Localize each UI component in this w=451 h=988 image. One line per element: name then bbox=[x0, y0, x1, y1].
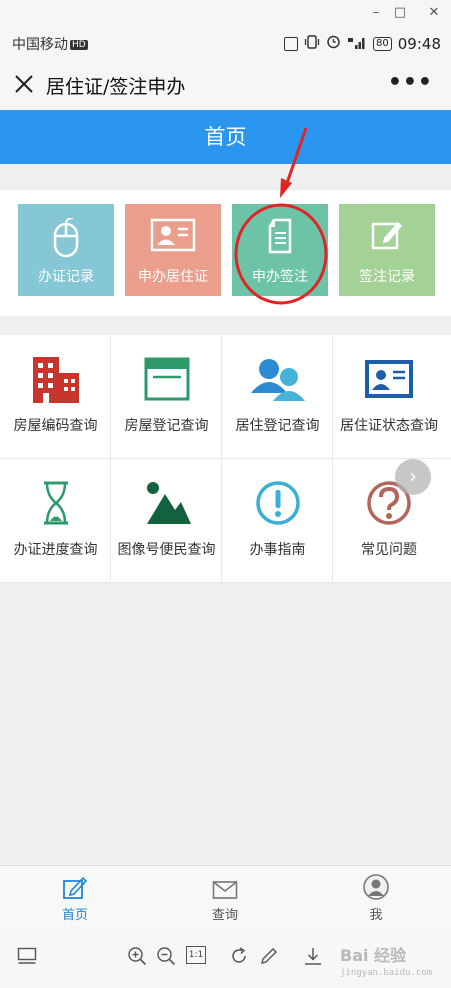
service-image-number-query[interactable]: 图像号便民查询 bbox=[111, 459, 222, 583]
exclamation-icon bbox=[222, 475, 333, 531]
carousel-next-button[interactable]: › bbox=[395, 459, 431, 495]
mouse-icon bbox=[18, 218, 114, 258]
service-label: 房屋编码查询 bbox=[13, 418, 98, 434]
tab-label: 首页 bbox=[61, 908, 88, 923]
maximize-button[interactable]: □ bbox=[390, 4, 410, 22]
signal-4g-icon bbox=[347, 36, 367, 52]
quick-action-apply-permit[interactable]: 申办居住证 bbox=[125, 204, 221, 296]
download-icon[interactable] bbox=[302, 945, 324, 967]
hd-badge: HD bbox=[70, 40, 88, 50]
service-faq[interactable]: 常见问题 bbox=[333, 459, 451, 583]
id-card-icon bbox=[125, 218, 221, 258]
watermark-brand: Bai 经验 bbox=[340, 946, 407, 965]
window-title-bar: – □ ✕ bbox=[0, 0, 451, 26]
bottom-tab-bar: 首页 查询 我 bbox=[0, 865, 451, 927]
quick-action-label: 申办签注 bbox=[252, 269, 308, 285]
service-progress-query[interactable]: 办证进度查询 bbox=[0, 459, 111, 583]
service-label: 图像号便民查询 bbox=[117, 542, 216, 558]
thumbnail-icon[interactable] bbox=[16, 945, 38, 967]
status-bar: 中国移动 HD 80 09:48 bbox=[0, 26, 451, 60]
quick-action-label: 签注记录 bbox=[359, 269, 415, 285]
service-grid: 房屋编码查询 房屋登记查询 居住登记查询 居住证状态查询 办证进度查询 图像号便… bbox=[0, 335, 451, 583]
status-icons: 80 09:48 bbox=[284, 34, 441, 53]
service-label: 常见问题 bbox=[361, 542, 417, 558]
service-label: 办事指南 bbox=[249, 542, 306, 558]
service-residence-registration-query[interactable]: 居住登记查询 bbox=[222, 335, 333, 459]
hourglass-icon bbox=[0, 475, 111, 531]
building-icon bbox=[0, 351, 111, 407]
battery-indicator: 80 bbox=[373, 36, 392, 51]
zoom-in-icon[interactable] bbox=[126, 945, 148, 967]
pen-icon[interactable] bbox=[258, 945, 280, 967]
service-house-registration-query[interactable]: 房屋登记查询 bbox=[111, 335, 222, 459]
carrier-name: 中国移动 HD bbox=[12, 34, 88, 54]
tab-me[interactable]: 我 bbox=[316, 872, 436, 924]
quick-action-endorsement-records[interactable]: 签注记录 bbox=[339, 204, 435, 296]
service-label: 办证进度查询 bbox=[13, 542, 98, 558]
service-label: 居住证状态查询 bbox=[340, 418, 438, 434]
service-guide[interactable]: 办事指南 bbox=[222, 459, 333, 583]
watermark-url: jingyan.baidu.com bbox=[340, 968, 433, 978]
quick-action-apply-endorsement[interactable]: 申办签注 bbox=[232, 204, 328, 296]
service-label: 居住登记查询 bbox=[235, 418, 320, 434]
tab-label: 我 bbox=[369, 908, 383, 923]
id-card-icon bbox=[333, 351, 445, 407]
home-header: 首页 bbox=[0, 110, 451, 164]
window-icon bbox=[111, 351, 222, 407]
vibrate-icon bbox=[304, 34, 320, 53]
page-title: 居住证/签注申办 bbox=[46, 76, 186, 98]
window-close-button[interactable]: ✕ bbox=[424, 4, 444, 22]
tab-home[interactable]: 首页 bbox=[15, 872, 135, 924]
quick-action-label: 申办居住证 bbox=[138, 269, 208, 285]
rotate-icon[interactable] bbox=[228, 945, 250, 967]
close-icon[interactable] bbox=[10, 70, 38, 98]
alarm-icon bbox=[326, 34, 341, 53]
app-title-bar: 居住证/签注申办 ••• bbox=[0, 60, 451, 110]
actual-size-button[interactable]: 1:1 bbox=[186, 946, 206, 964]
clock: 09:48 bbox=[397, 34, 441, 53]
minimize-button[interactable]: – bbox=[366, 4, 386, 22]
image-icon bbox=[111, 475, 222, 531]
people-icon bbox=[222, 351, 333, 407]
quick-action-records[interactable]: 办证记录 bbox=[18, 204, 114, 296]
carrier-label: 中国移动 bbox=[12, 37, 68, 53]
service-house-code-query[interactable]: 房屋编码查询 bbox=[0, 335, 111, 459]
zoom-out-icon[interactable] bbox=[155, 945, 177, 967]
service-permit-status-query[interactable]: 居住证状态查询 bbox=[333, 335, 451, 459]
user-icon bbox=[316, 872, 436, 900]
document-icon bbox=[232, 218, 328, 258]
watermark: Bai 经验 jingyan.baidu.com bbox=[338, 930, 448, 984]
more-options-button[interactable]: ••• bbox=[388, 70, 433, 95]
quick-actions: 办证记录 申办居住证 申办签注 签注记录 bbox=[0, 190, 451, 316]
edit-icon bbox=[339, 218, 435, 258]
service-label: 房屋登记查询 bbox=[124, 418, 209, 434]
tab-query[interactable]: 查询 bbox=[165, 872, 285, 924]
mail-icon bbox=[165, 872, 285, 900]
nfc-icon bbox=[284, 36, 299, 51]
edit-icon bbox=[15, 872, 135, 900]
quick-action-label: 办证记录 bbox=[38, 269, 94, 285]
tab-label: 查询 bbox=[211, 908, 238, 923]
